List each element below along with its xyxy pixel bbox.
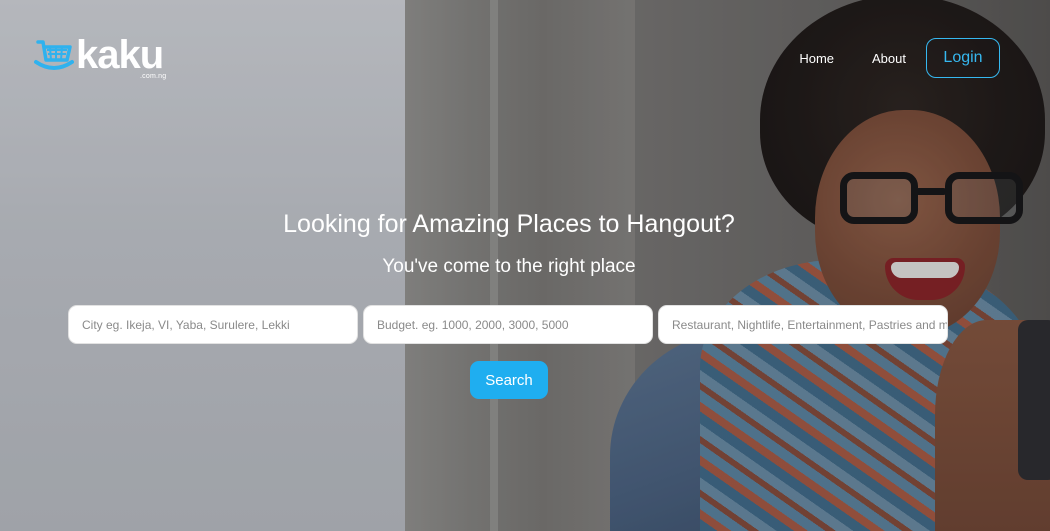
- brand-name: kaku: [76, 33, 164, 77]
- brand-domain-suffix: .com.ng: [140, 73, 167, 80]
- city-input[interactable]: [82, 317, 357, 332]
- budget-field[interactable]: [363, 305, 653, 344]
- city-field[interactable]: [68, 305, 358, 344]
- hero-headline: Looking for Amazing Places to Hangout?: [283, 210, 735, 238]
- brand-logo[interactable]: kaku .com.ng: [34, 33, 166, 80]
- hero-subheadline: You've come to the right place: [382, 256, 636, 277]
- search-button[interactable]: Search: [470, 361, 548, 399]
- category-field[interactable]: [658, 305, 948, 344]
- category-input[interactable]: [672, 317, 947, 332]
- nav-about-link[interactable]: About: [872, 51, 906, 66]
- main-nav: Home About Login: [799, 38, 1000, 78]
- budget-input[interactable]: [377, 317, 652, 332]
- login-button[interactable]: Login: [926, 38, 1000, 78]
- nav-home-link[interactable]: Home: [799, 51, 834, 66]
- site-header: kaku .com.ng Home About Login: [0, 0, 1050, 100]
- shopping-basket-icon: [34, 40, 74, 70]
